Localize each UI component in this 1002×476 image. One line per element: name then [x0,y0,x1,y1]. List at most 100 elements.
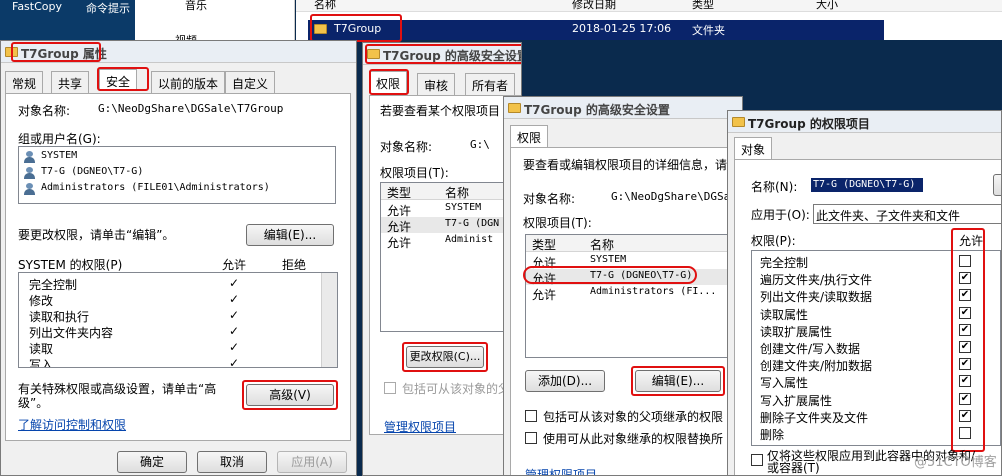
highlight-change-perm [402,342,488,372]
col-date[interactable]: 修改日期 [572,0,616,12]
list-header: 类型 名称 [381,183,521,201]
perm-row: 修改 ✓ [19,291,337,308]
check-icon: ✓ [229,276,240,290]
nav-item-music[interactable]: 音乐 [185,0,207,13]
highlight-edit-entry [631,366,725,396]
highlight-t7g-row [523,266,697,284]
perm-name: 写入 [29,358,54,368]
explorer-nav-pane: 音乐 视频 [135,0,295,47]
desktop-label-cmd[interactable]: 命令提示 [86,0,130,16]
adv2-object-value: G:\NeoDgShare\DGSal [611,190,737,203]
entry-titlebar[interactable]: T7Group 的权限项目 [728,111,1001,133]
security-panel: 对象名称: G:\NeoDgShare\DGSale\T7Group 组或用户名… [5,93,351,441]
perm-row: 读取和执行 ✓ [19,307,337,324]
list-item[interactable]: T7-G (DGNEO\T7-G) [19,165,335,181]
tab-customize[interactable]: 自定义 [225,71,276,93]
col-type[interactable]: 类型 [387,184,411,201]
ok-button[interactable]: 确定 [117,451,187,473]
only-apply-checkbox[interactable] [751,454,763,466]
adv2-panel: 要查看或编辑权限项目的详细信息，请 对象名称: G:\NeoDgShare\DG… [510,147,740,475]
entry-title: T7Group 的权限项目 [748,117,870,131]
tab-owner[interactable]: 所有者 [465,73,516,95]
perm-name: 创建文件/写入数据 [760,342,861,356]
col-name[interactable]: 名称 [314,0,336,12]
name-field[interactable]: T7-G (DGNEO\T7-G) [811,178,923,192]
perm-name: 读取属性 [760,307,809,322]
watermark: @51CTO博客 [914,455,997,470]
user-group-icon [23,183,37,195]
col-type[interactable]: 类型 [692,0,714,12]
col-name[interactable]: 名称 [445,184,469,201]
row-name: SYSTEM [590,254,627,265]
perm-label: SYSTEM 的权限(P) [18,258,123,272]
perm-name: 读取扩展属性 [760,324,833,339]
manage-entries-link[interactable]: 管理权限项目 [525,466,597,475]
tab-sharing[interactable]: 共享 [51,71,90,93]
highlight-security-tab [97,67,149,91]
replace-checkbox[interactable] [525,432,537,444]
edit-button[interactable]: 编辑(E)... [246,224,334,246]
perm-row: 写入 ✓ [19,355,337,368]
row-name: SYSTEM [445,202,482,213]
apply-button[interactable]: 应用(A) [277,451,347,473]
row-name: Administ [445,234,494,245]
learn-access-link[interactable]: 了解访问控制和权限 [18,416,126,433]
perm-name: 删除子文件夹及文件 [760,410,869,425]
perm-list[interactable]: 完全控制 ✓ 修改 ✓ 读取和执行 ✓ 列出文件夹内容 ✓ 读取 ✓ 写入 ✓ [18,272,338,368]
adv-object-label: 对象名称: [380,140,433,154]
row-type: 允许 [387,236,412,250]
col-type[interactable]: 类型 [532,236,556,253]
table-row[interactable]: 允许 Administ [381,233,521,250]
list-item[interactable]: Administrators (FILE01\Administrators) [19,181,335,197]
check-icon: ✓ [229,308,240,322]
tab-auditing[interactable]: 审核 [417,73,456,95]
desktop-label-fastcopy[interactable]: FastCopy [12,0,62,13]
advanced-hint: 有关特殊权限或高级设置，请单击“高级”。 [18,382,217,410]
explorer-file-list: 名称 修改日期 类型 大小 T7Group 2018-01-25 17:06 文… [296,0,1002,42]
desktop-strip: FastCopy 命令提示 [0,0,135,40]
cancel-button[interactable]: 取消 [197,451,267,473]
perm-name: 完全控制 [760,256,809,270]
adv2-titlebar[interactable]: T7Group 的高级安全设置 [504,97,742,119]
perm-name: 创建文件夹/附加数据 [760,359,873,374]
list-item[interactable]: SYSTEM [19,149,335,165]
inherit-checkbox[interactable] [525,410,537,422]
col-size[interactable]: 大小 [816,0,838,12]
tab-permissions[interactable]: 权限 [510,125,549,147]
manage-entries-link[interactable]: 管理权限项目 [384,418,456,435]
folder-icon [732,117,745,127]
apply-to-select[interactable]: 此文件夹、子文件夹和文件 [813,204,1001,224]
apply-to-label: 应用于(O): [751,208,810,222]
add-button[interactable]: 添加(D)... [525,370,605,392]
row-name: T7-G (DGN [445,218,500,229]
advanced-security-edit-dialog: T7Group 的高级安全设置 权限 要查看或编辑权限项目的详细信息，请 对象名… [503,96,743,476]
properties-dialog: T7Group 属性 常规 共享 安全 以前的版本 自定义 对象名称: G:\N… [0,40,357,476]
entry-panel: 名称(N): T7-G (DGNEO\T7-G) 应用于(O): 此文件夹、子文… [734,159,1001,475]
perm-name: 写入属性 [760,376,809,391]
adv-object-value: G:\ [470,138,490,151]
groups-label: 组或用户名(G): [18,132,101,146]
adv2-object-label: 对象名称: [523,192,576,206]
inherit-label: 包括可从该对象的父 [402,382,511,396]
tab-object[interactable]: 对象 [734,137,773,159]
tab-general[interactable]: 常规 [5,71,44,93]
inherit-checkbox[interactable] [384,382,396,394]
change-hint: 要更改权限，请单击“编辑”。 [18,228,175,242]
replace-label: 使用可从此对象继承的权限替换所 [543,432,724,446]
properties-tabs: 常规 共享 安全 以前的版本 自定义 [5,69,355,93]
object-name-value: G:\NeoDgShare\DGSale\T7Group [98,102,284,115]
adv2-entries-list[interactable]: 类型 名称 允许 SYSTEM 允许 T7-G (DGNEO\T7-G) 允许 Admi… [525,234,731,358]
inherit-label: 包括可从该对象的父项继承的权限 [543,410,724,424]
user-group-icon [23,167,37,179]
table-row[interactable]: 允许 Administrators (FI... [526,285,730,302]
adv2-tabs: 权限 [510,125,590,147]
change-name-button[interactable] [993,174,1001,196]
groups-list[interactable]: SYSTEM T7-G (DGNEO\T7-G) Administrators … [18,146,336,204]
tab-previous-versions[interactable]: 以前的版本 [151,71,226,93]
col-name[interactable]: 名称 [590,236,614,253]
table-row[interactable]: 允许 T7-G (DGN [381,217,521,234]
highlight-advanced [242,380,338,410]
table-row[interactable]: 允许 SYSTEM [381,201,521,218]
adv-entries-list[interactable]: 类型 名称 允许 SYSTEM 允许 T7-G (DGN 允许 Administ [380,182,521,332]
highlight-adv-title [365,44,521,64]
